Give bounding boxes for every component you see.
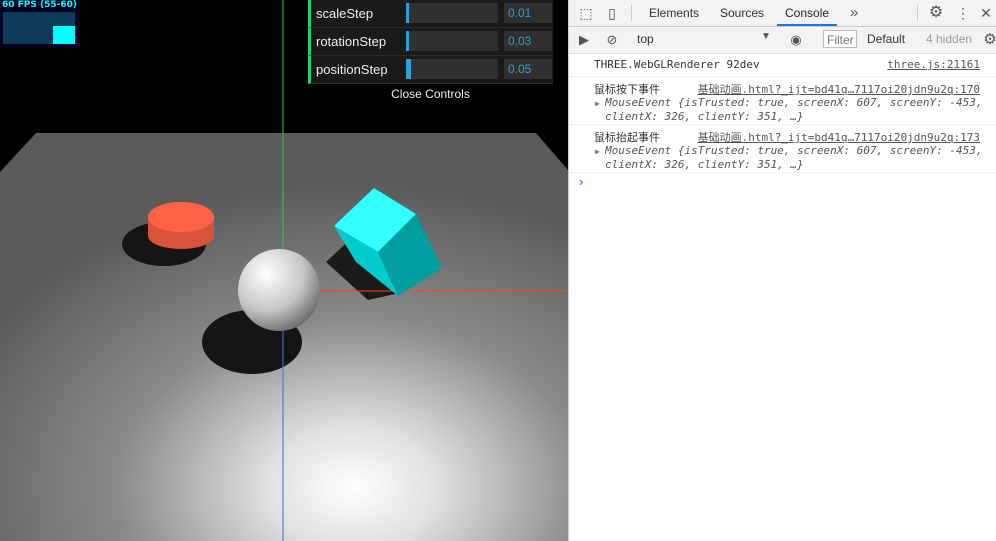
- gear-icon[interactable]: ⚙: [927, 4, 945, 22]
- eye-icon[interactable]: ◉: [787, 31, 805, 49]
- devtools-tabbar: ⬚ ▯ Elements Sources Console » ⚙ ⋮ ✕: [569, 0, 996, 27]
- fps-stats-panel[interactable]: 60 FPS (55-60): [0, 0, 80, 48]
- position-step-slider[interactable]: [406, 59, 498, 79]
- control-scale-step[interactable]: scaleStep 0.01: [308, 0, 553, 28]
- close-icon[interactable]: ✕: [977, 4, 995, 22]
- toolbar-divider: [917, 5, 918, 21]
- toggle-sidebar-icon[interactable]: ▶: [575, 31, 593, 49]
- console-settings-icon[interactable]: ⚙: [981, 31, 996, 49]
- mouse-event-object[interactable]: MouseEvent {isTrusted: true, screenX: 60…: [605, 96, 983, 109]
- fps-label: 60 FPS (55-60): [2, 0, 78, 10]
- log-message: 鼠标抬起事件: [594, 131, 660, 144]
- hidden-count: 4 hidden: [926, 32, 973, 46]
- toolbar-divider: [631, 5, 632, 21]
- control-label: rotationStep: [316, 34, 387, 49]
- console-log-entry: 鼠标按下事件 基础动画.html?_ijt=bd41q…7117oi20jdn9…: [569, 77, 996, 125]
- console-log-entry: THREE.WebGLRenderer 92dev three.js:21161: [569, 54, 996, 77]
- log-source-link[interactable]: 基础动画.html?_ijt=bd41q…7117oi20jdn9u2q:173: [698, 129, 980, 145]
- dat-gui-controls[interactable]: scaleStep 0.01 rotationStep 0.03 positio…: [308, 0, 553, 104]
- control-rotation-step[interactable]: rotationStep 0.03: [308, 28, 553, 56]
- position-step-input[interactable]: 0.05: [504, 59, 552, 79]
- log-message: 鼠标按下事件: [594, 83, 660, 96]
- context-selector[interactable]: top: [637, 32, 654, 46]
- close-controls-button[interactable]: Close Controls: [308, 84, 553, 104]
- console-toolbar: ▶ ⊘ top ▼ ◉ Filter Default 4 hidden ⚙: [569, 27, 996, 54]
- control-label: scaleStep: [316, 6, 374, 21]
- kebab-menu-icon[interactable]: ⋮: [954, 4, 972, 22]
- console-prompt-row[interactable]: ›: [569, 173, 996, 193]
- device-toolbar-icon[interactable]: ▯: [603, 4, 621, 22]
- control-position-step[interactable]: positionStep 0.05: [308, 56, 553, 84]
- filter-input[interactable]: Filter: [823, 30, 857, 48]
- slider-fill: [406, 31, 409, 51]
- fps-graph-bar: [53, 26, 75, 44]
- tab-elements[interactable]: Elements: [649, 0, 699, 26]
- devtools-panel[interactable]: ⬚ ▯ Elements Sources Console » ⚙ ⋮ ✕ ▶ ⊘…: [568, 0, 996, 541]
- sphere-mesh[interactable]: [238, 249, 320, 331]
- expand-triangle-icon[interactable]: ▶: [595, 99, 600, 108]
- slider-fill: [406, 3, 409, 23]
- cylinder-mesh[interactable]: [148, 202, 214, 249]
- log-levels-dropdown[interactable]: Default: [867, 32, 905, 46]
- console-log-entry: 鼠标抬起事件 基础动画.html?_ijt=bd41q…7117oi20jdn9…: [569, 125, 996, 173]
- rotation-step-slider[interactable]: [406, 31, 498, 51]
- caret-down-icon[interactable]: ▼: [761, 31, 771, 42]
- tab-console[interactable]: Console: [777, 0, 838, 26]
- webgl-viewport[interactable]: 60 FPS (55-60) scaleStep 0.01 rotationSt…: [0, 0, 568, 541]
- tab-sources[interactable]: Sources: [720, 0, 764, 26]
- mouse-event-object[interactable]: MouseEvent {isTrusted: true, screenX: 60…: [605, 144, 983, 157]
- inspect-element-icon[interactable]: ⬚: [577, 4, 595, 22]
- control-label: positionStep: [316, 62, 388, 77]
- console-prompt[interactable]: ›: [579, 174, 583, 189]
- scale-step-slider[interactable]: [406, 3, 498, 23]
- log-source-link[interactable]: three.js:21161: [887, 58, 980, 71]
- log-message: THREE.WebGLRenderer 92dev: [594, 58, 760, 71]
- log-source-link[interactable]: 基础动画.html?_ijt=bd41q…7117oi20jdn9u2q:170: [698, 81, 980, 97]
- scale-step-input[interactable]: 0.01: [504, 3, 552, 23]
- clear-console-icon[interactable]: ⊘: [603, 31, 621, 49]
- chevron-double-right-icon[interactable]: »: [845, 4, 863, 22]
- slider-fill: [406, 59, 411, 79]
- expand-triangle-icon[interactable]: ▶: [595, 147, 600, 156]
- mouse-event-object-cont: clientX: 326, clientY: 351, …}: [605, 110, 804, 123]
- rotation-step-input[interactable]: 0.03: [504, 31, 552, 51]
- mouse-event-object-cont: clientX: 326, clientY: 351, …}: [605, 158, 804, 171]
